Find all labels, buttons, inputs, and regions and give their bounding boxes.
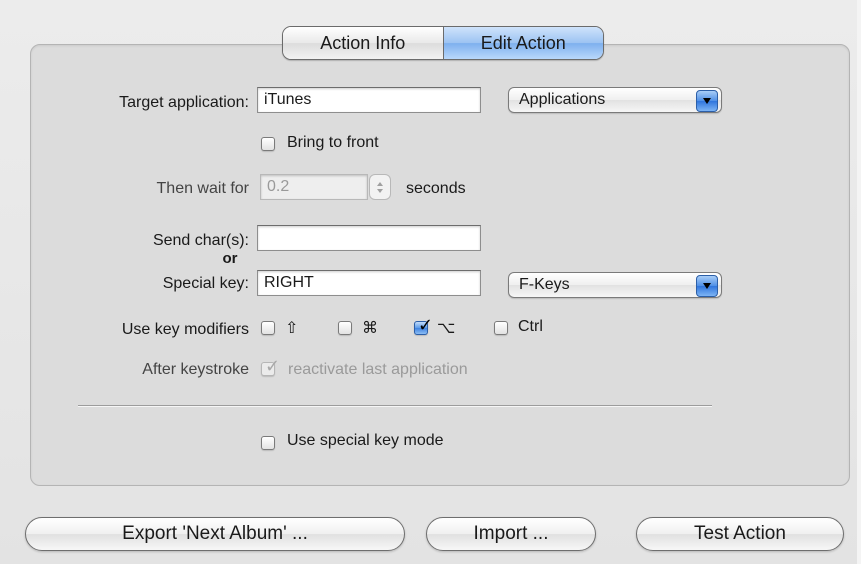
special-key-mode-label: Use special key mode [287,432,444,449]
key-modifiers-label: Use key modifiers [121,321,249,338]
special-key-label: Special key: [162,275,249,292]
export-button[interactable]: Export 'Next Album' ... [25,517,405,551]
special-key-mode-checkbox[interactable] [261,436,275,450]
shift-icon: ⇧ [285,320,299,337]
wait-seconds-field[interactable]: 0.2 [260,174,368,200]
wait-label: Then wait for [156,180,249,197]
window-edge [857,0,861,564]
option-modifier-checkbox[interactable]: ✓ [414,316,433,335]
wait-stepper[interactable] [369,174,391,200]
bring-to-front-checkbox[interactable] [261,137,275,151]
stepper-up-icon [377,181,383,186]
special-key-field[interactable]: RIGHT [257,270,481,296]
ctrl-modifier-checkbox[interactable] [494,321,508,335]
popup-arrow-icon [696,275,718,297]
f-keys-popup-label: F-Keys [519,276,570,293]
checkmark-icon: ✓ [418,315,434,335]
test-action-button[interactable]: Test Action [636,517,844,551]
import-button[interactable]: Import ... [426,517,596,551]
applications-popup[interactable]: Applications [508,87,722,113]
command-icon: ⌘ [362,320,378,337]
popup-arrow-icon [696,90,718,112]
bring-to-front-label: Bring to front [287,134,379,151]
separator [78,405,712,406]
send-chars-label: Send char(s): [152,232,249,249]
tab-action-info[interactable]: Action Info [283,27,443,59]
ctrl-label: Ctrl [518,318,543,335]
command-modifier-checkbox[interactable] [338,321,352,335]
option-icon: ⌥ [437,320,456,337]
window: Action Info Edit Action Target applicati… [0,0,861,564]
checkmark-icon: ✓ [265,356,281,376]
tab-edit-action[interactable]: Edit Action [442,27,603,59]
or-label: or [222,250,238,267]
target-application-field[interactable]: iTunes [257,87,481,113]
reactivate-label: reactivate last application [288,361,468,378]
send-chars-field[interactable] [257,225,481,251]
shift-modifier-checkbox[interactable] [261,321,275,335]
f-keys-popup[interactable]: F-Keys [508,272,722,298]
after-keystroke-label: After keystroke [142,361,249,378]
wait-unit-label: seconds [406,180,466,197]
reactivate-checkbox[interactable]: ✓ [261,357,280,376]
applications-popup-label: Applications [519,91,606,108]
target-application-label: Target application: [119,94,249,111]
stepper-down-icon [377,188,383,193]
tab-bar: Action Info Edit Action [282,26,604,60]
